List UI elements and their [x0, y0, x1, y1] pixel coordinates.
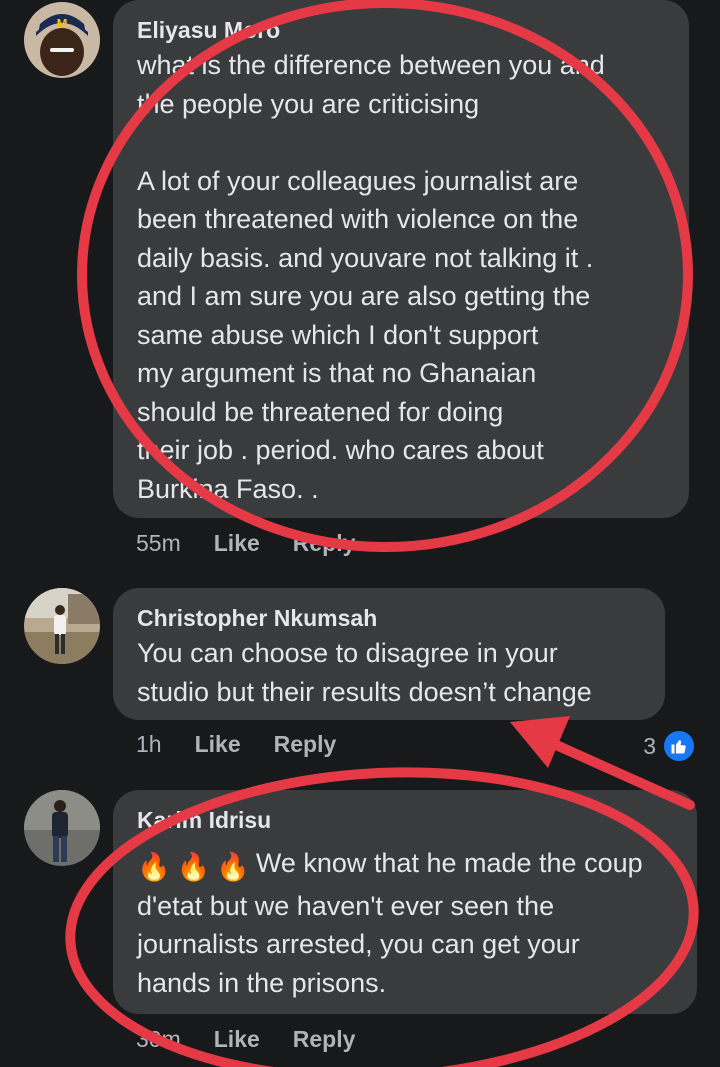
- comment-line: daily basis. and youvare not talking it …: [137, 242, 594, 273]
- comment-line: what is the difference between you and: [137, 50, 605, 80]
- comment-text: 🔥 🔥 🔥 We know that he made the coup d'etat …: [137, 844, 673, 1002]
- like-button[interactable]: Like: [195, 731, 241, 758]
- comment-author[interactable]: Karim Idrisu: [137, 804, 673, 836]
- comment-actions: 30m Like Reply: [136, 1026, 355, 1053]
- comment-line: and I am sure you are also getting the: [137, 281, 591, 311]
- comment-line: A lot of your colleagues journalist are: [137, 165, 579, 196]
- comment-line: their job . period. who cares about: [137, 435, 544, 465]
- avatar-eliyasu-moro[interactable]: M: [24, 2, 100, 78]
- comment-line: been threatened with violence on the: [137, 204, 579, 234]
- fire-emoji: 🔥: [137, 852, 171, 882]
- comment-line: my argument is that no Ghanaian: [137, 358, 537, 388]
- comment-text: You can choose to disagree in your studi…: [137, 634, 641, 711]
- comment-actions: 55m Like Reply: [136, 530, 355, 557]
- reply-button[interactable]: Reply: [293, 530, 356, 557]
- comment-line: should be threatened for doing: [137, 396, 504, 427]
- comment-author[interactable]: Eliyasu Moro: [137, 14, 665, 46]
- comment-line: same abuse which I don't support: [137, 319, 539, 350]
- reaction-summary[interactable]: 3: [643, 729, 696, 763]
- comment-line: the people you are criticising: [137, 88, 480, 119]
- comment-line: d'etat but we haven't ever seen the: [137, 890, 555, 921]
- reaction-count: 3: [643, 732, 656, 759]
- reply-button[interactable]: Reply: [293, 1026, 356, 1053]
- like-button[interactable]: Like: [214, 1026, 260, 1053]
- comment-actions: 1h Like Reply: [136, 731, 336, 758]
- comment-timestamp[interactable]: 55m: [136, 530, 181, 557]
- avatar-christopher-nkumsah[interactable]: [24, 588, 100, 664]
- comment-line-text: We know that he made the coup: [255, 848, 643, 878]
- comment-line: You can choose to disagree in your: [137, 638, 558, 668]
- comment-author[interactable]: Christopher Nkumsah: [137, 602, 641, 634]
- comment-timestamp[interactable]: 1h: [136, 731, 162, 758]
- avatar-karim-idrisu[interactable]: [24, 790, 100, 866]
- comment-line: Burkina Faso. .: [137, 473, 319, 504]
- comment-line-blank: [137, 123, 665, 162]
- fire-emoji: 🔥: [176, 852, 211, 882]
- like-button[interactable]: Like: [214, 530, 260, 557]
- comment-line: hands in the prisons.: [137, 967, 387, 998]
- fire-emoji: 🔥: [216, 852, 250, 882]
- reply-button[interactable]: Reply: [274, 731, 337, 758]
- comment-text: what is the difference between you and t…: [137, 46, 665, 508]
- comment-line: 🔥 🔥 🔥 We know that he made the coup: [137, 844, 673, 887]
- svg-text:M: M: [57, 16, 68, 31]
- comment-bubble: Karim Idrisu 🔥 🔥 🔥 We know that he made the…: [113, 790, 697, 1014]
- comment-bubble: Eliyasu Moro what is the difference betw…: [113, 0, 689, 518]
- comment-line: studio but their results doesn’t change: [137, 676, 592, 707]
- comment-line: journalists arrested, you can get your: [137, 929, 580, 959]
- comment-timestamp[interactable]: 30m: [136, 1026, 181, 1053]
- like-icon: [662, 729, 696, 763]
- annotation-arrow-head: [510, 716, 570, 768]
- comment-bubble: Christopher Nkumsah You can choose to di…: [113, 588, 665, 720]
